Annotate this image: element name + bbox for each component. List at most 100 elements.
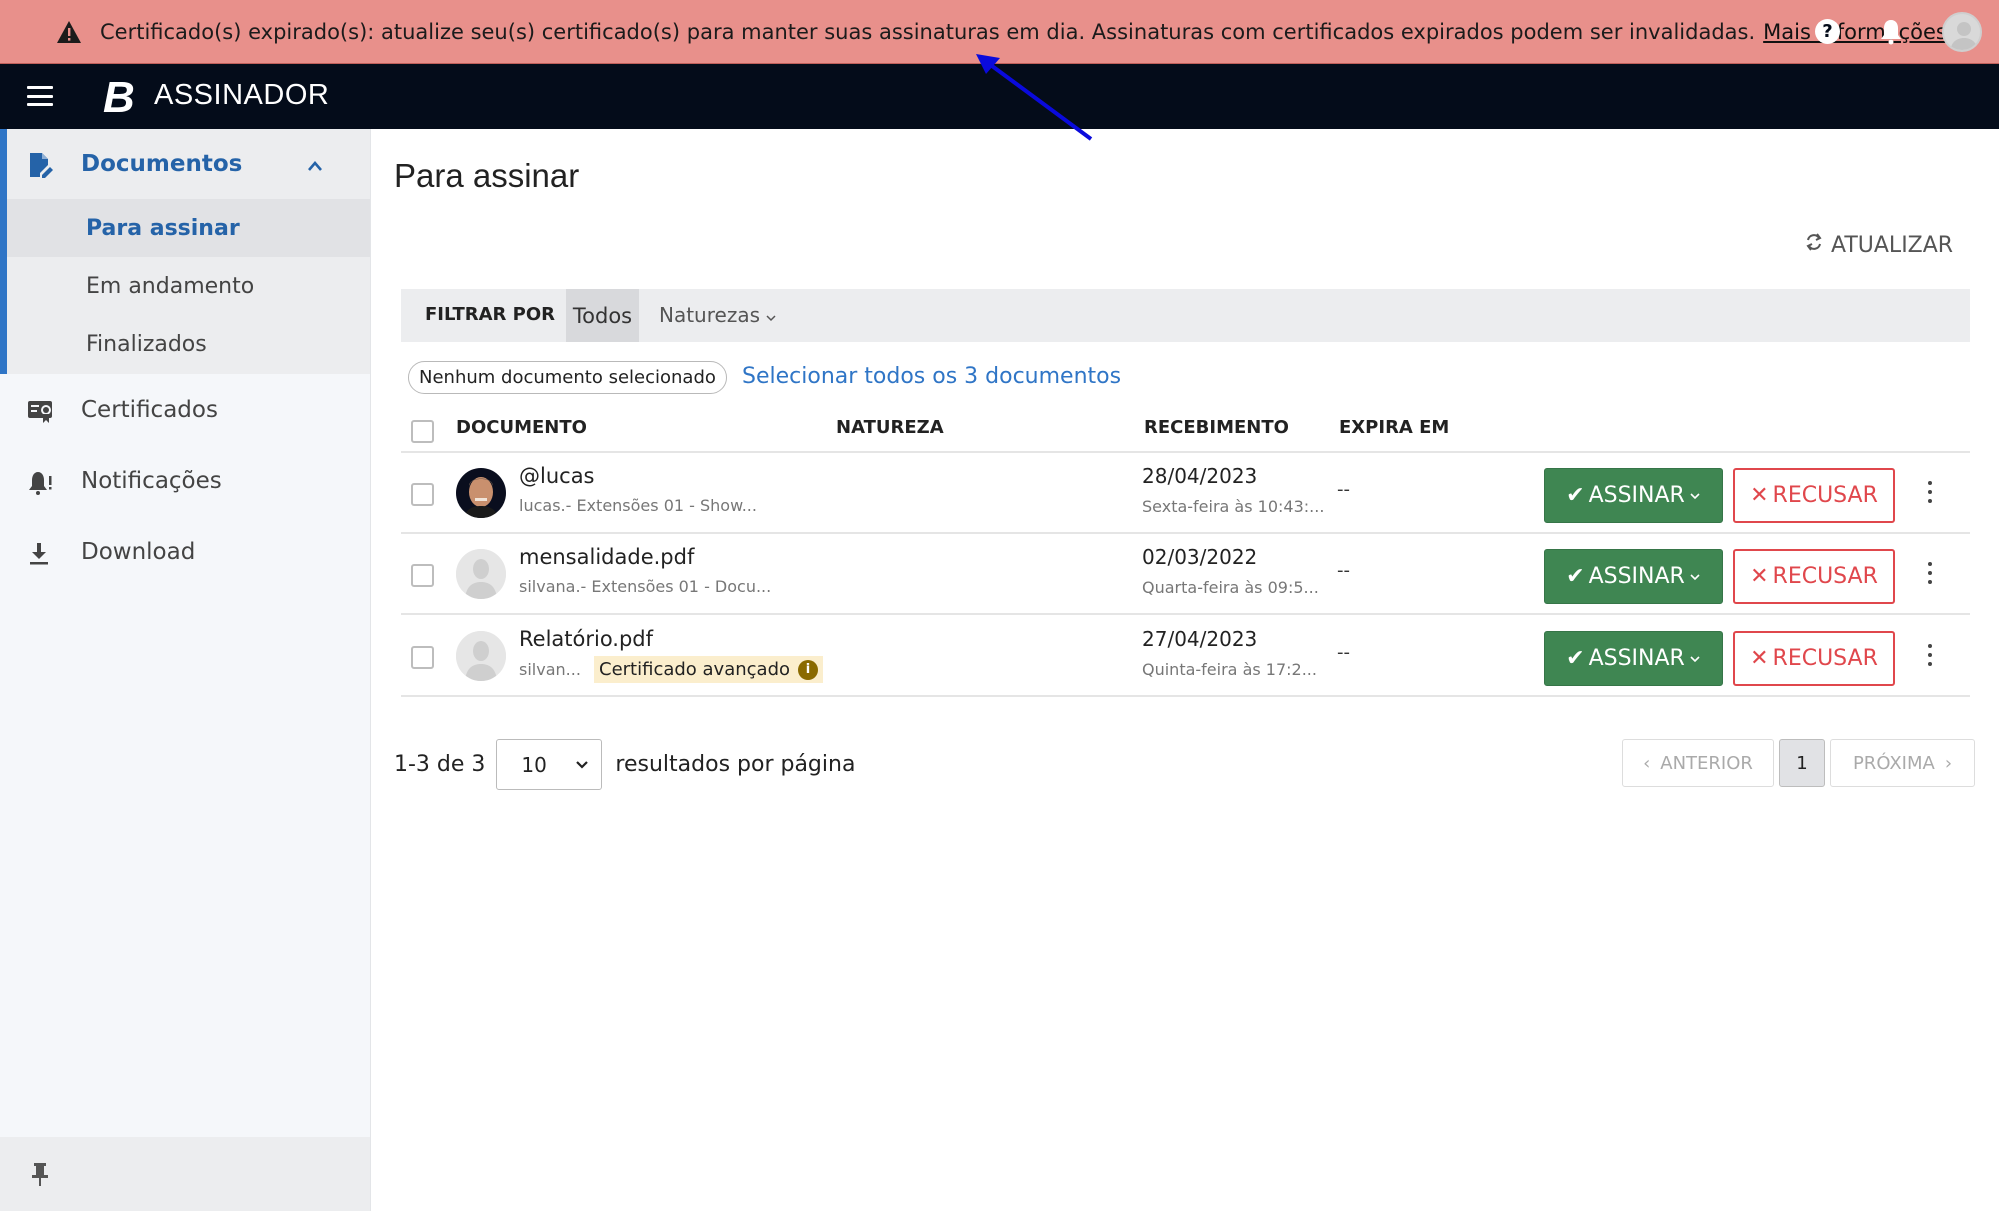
menu-icon[interactable] <box>27 86 53 106</box>
per-page-value: 10 <box>521 752 547 777</box>
certificate-badge: Certificado avançado i <box>594 656 824 683</box>
document-subtitle: silvana.- Extensões 01 - Docu... <box>519 577 772 596</box>
refresh-label: ATUALIZAR <box>1831 232 1954 258</box>
sidebar-item-em-andamento[interactable]: Em andamento <box>7 257 370 315</box>
chevron-up-icon[interactable] <box>307 153 323 177</box>
document-name[interactable]: mensalidade.pdf <box>519 545 694 569</box>
table-header: DOCUMENTO NATUREZA RECEBIMENTO EXPIRA EM <box>401 399 1970 453</box>
table-row[interactable]: Relatório.pdf silvan... Certificado avan… <box>401 616 1970 697</box>
page-1-button[interactable]: 1 <box>1779 739 1825 787</box>
refuse-label: RECUSAR <box>1772 483 1878 508</box>
sign-label: ASSINAR <box>1588 564 1685 589</box>
chevron-left-icon: ‹ <box>1643 752 1651 774</box>
certificate-icon <box>27 399 55 425</box>
sign-button[interactable]: ✔ ASSINAR <box>1544 631 1723 686</box>
avatar <box>456 549 506 599</box>
refresh-icon <box>1805 232 1823 258</box>
document-subtitle: lucas.- Extensões 01 - Show... <box>519 496 757 515</box>
warning-icon <box>56 20 82 44</box>
pin-icon[interactable] <box>30 1161 50 1191</box>
more-options-icon[interactable] <box>1922 477 1938 507</box>
more-options-icon[interactable] <box>1922 640 1938 670</box>
bell-alert-icon <box>27 470 55 496</box>
app-name: ASSINADOR <box>154 79 330 111</box>
received-time: Quarta-feira às 09:5... <box>1142 578 1319 597</box>
sidebar-item-finalizados[interactable]: Finalizados <box>7 315 370 373</box>
refuse-label: RECUSAR <box>1772 564 1878 589</box>
user-avatar[interactable] <box>1942 12 1982 52</box>
more-info-link[interactable]: Mais informações <box>1763 20 1947 44</box>
sidebar-footer <box>0 1137 370 1211</box>
sidebar-item-documentos[interactable]: Documentos <box>7 129 370 199</box>
document-subtitle: silvan... <box>519 660 581 679</box>
chevron-down-icon <box>1690 492 1700 499</box>
sidebar-item-certificados[interactable]: Certificados <box>0 379 370 443</box>
per-page-select[interactable]: 10 <box>496 739 603 790</box>
sidebar-item-label: Notificações <box>81 468 222 494</box>
bell-icon[interactable] <box>1879 18 1903 50</box>
refuse-button[interactable]: ✕ RECUSAR <box>1733 549 1895 604</box>
pagination-info: 1-3 de 3 10 resultados por página <box>394 739 855 790</box>
document-sign-icon <box>28 151 54 183</box>
sidebar-item-notificacoes[interactable]: Notificações <box>0 450 370 514</box>
sidebar-group-documentos: Documentos Para assinar Em andamento Fin… <box>0 129 370 374</box>
expires-value: -- <box>1337 560 1350 581</box>
received-time: Quinta-feira às 17:2... <box>1142 660 1317 679</box>
chevron-down-icon <box>1690 655 1700 662</box>
expires-value: -- <box>1337 479 1350 500</box>
pagination-controls: ‹ ANTERIOR 1 PRÓXIMA › <box>1622 739 1975 787</box>
expires-value: -- <box>1337 642 1350 663</box>
previous-label: ANTERIOR <box>1660 752 1753 774</box>
filter-naturezas-label: Naturezas <box>659 303 760 327</box>
more-options-icon[interactable] <box>1922 558 1938 588</box>
info-icon[interactable]: i <box>798 659 819 680</box>
sign-button[interactable]: ✔ ASSINAR <box>1544 468 1723 523</box>
refuse-button[interactable]: ✕ RECUSAR <box>1733 631 1895 686</box>
expired-certificate-banner: Certificado(s) expirado(s): atualize seu… <box>0 0 1999 64</box>
chevron-right-icon: › <box>1944 752 1953 774</box>
next-page-button[interactable]: PRÓXIMA › <box>1830 739 1975 787</box>
table-row[interactable]: @lucas lucas.- Extensões 01 - Show... 28… <box>401 453 1970 534</box>
sidebar-item-para-assinar[interactable]: Para assinar <box>7 199 370 257</box>
avatar <box>456 468 506 518</box>
check-icon: ✔ <box>1566 564 1585 589</box>
select-all-checkbox[interactable] <box>411 420 434 443</box>
filter-label: FILTRAR POR <box>425 304 556 325</box>
sidebar-item-download[interactable]: Download <box>0 521 370 585</box>
check-icon: ✔ <box>1566 646 1585 671</box>
check-icon: ✔ <box>1566 483 1585 508</box>
download-icon <box>27 541 55 567</box>
sign-label: ASSINAR <box>1588 646 1685 671</box>
received-date: 27/04/2023 <box>1142 627 1258 651</box>
sidebar-item-label: Certificados <box>81 397 218 423</box>
chevron-down-icon <box>766 315 776 322</box>
row-checkbox[interactable] <box>411 483 434 506</box>
sign-button[interactable]: ✔ ASSINAR <box>1544 549 1723 604</box>
document-name[interactable]: Relatório.pdf <box>519 627 653 651</box>
per-page-label: resultados por página <box>615 752 856 777</box>
previous-page-button[interactable]: ‹ ANTERIOR <box>1622 739 1774 787</box>
column-recebimento: RECEBIMENTO <box>1144 417 1289 438</box>
select-all-link[interactable]: Selecionar todos os 3 documentos <box>742 364 1121 389</box>
filter-naturezas-dropdown[interactable]: Naturezas <box>659 303 776 327</box>
received-time: Sexta-feira às 10:43:... <box>1142 497 1325 516</box>
filter-todos[interactable]: Todos <box>566 289 639 342</box>
row-checkbox[interactable] <box>411 564 434 587</box>
refuse-label: RECUSAR <box>1772 646 1878 671</box>
top-bar: B ASSINADOR <box>0 64 1999 129</box>
refresh-button[interactable]: ATUALIZAR <box>1805 232 1953 258</box>
column-natureza: NATUREZA <box>836 417 944 438</box>
banner-message: Certificado(s) expirado(s): atualize seu… <box>100 19 1756 44</box>
sign-label: ASSINAR <box>1588 483 1685 508</box>
row-checkbox[interactable] <box>411 646 434 669</box>
chevron-down-icon <box>576 760 589 769</box>
table-row[interactable]: mensalidade.pdf silvana.- Extensões 01 -… <box>401 534 1970 615</box>
app-logo: B <box>103 73 135 122</box>
received-date: 02/03/2022 <box>1142 545 1258 569</box>
close-icon: ✕ <box>1750 483 1769 508</box>
help-icon[interactable]: ? <box>1815 19 1840 44</box>
document-name[interactable]: @lucas <box>519 464 595 488</box>
sidebar-item-label: Documentos <box>81 151 243 177</box>
refuse-button[interactable]: ✕ RECUSAR <box>1733 468 1895 523</box>
close-icon: ✕ <box>1750 646 1769 671</box>
